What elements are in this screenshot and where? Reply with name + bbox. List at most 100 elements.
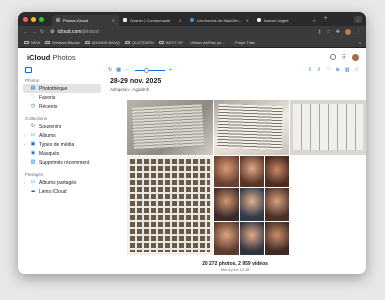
more-icon[interactable]: ☆ — [355, 67, 359, 73]
icloud-photos-logo[interactable]: iCloud Photos — [18, 53, 76, 62]
date-heading: 28-29 nov. 2025 — [110, 78, 162, 85]
sidebar-item-icloud-links[interactable]: ☁ Liens iCloud — [23, 187, 101, 196]
photo-thumbnail[interactable] — [127, 100, 213, 155]
bookmarks-overflow-button[interactable]: » — [359, 40, 366, 45]
sidebar-item-hidden[interactable]: ◉ Masqués — [23, 149, 101, 158]
photo-thumbnail[interactable] — [265, 222, 289, 255]
photo-grid-area: ↻ ▦ − + ⇪ ⇧ ♡ ⊕ ▥ ☆ 28-29 nov. 2025 Ashq… — [104, 65, 366, 274]
titan-icon: ↗ — [229, 40, 234, 45]
window-controls — [18, 16, 52, 22]
folder-icon — [158, 40, 164, 45]
tab-photos-icloud[interactable]: Photos iCloud ✕ — [52, 14, 119, 26]
photo-thumbnail[interactable] — [240, 222, 264, 255]
chevron-right-icon[interactable]: › — [24, 142, 25, 147]
sidebar-item-label: Récents — [39, 103, 58, 110]
sidebar-item-favorites[interactable]: ♡ Favoris — [23, 93, 101, 102]
folder-icon — [45, 40, 51, 45]
sidebar-item-label: Supprimés récemment — [39, 159, 90, 166]
sidebar-item-shared-albums[interactable]: › ▭ Albums partagés — [23, 178, 101, 187]
bookmark-label: NEW — [31, 40, 41, 45]
zoom-slider-knob[interactable] — [143, 67, 149, 73]
tab-macgen[interactable]: Les forums de MacGen... ✕ — [186, 15, 253, 26]
photo-thumbnail[interactable] — [240, 188, 264, 221]
photo-actions: ⇪ ⇧ ♡ ⊕ ▥ ☆ — [308, 67, 366, 73]
minimize-window-button[interactable] — [31, 16, 36, 22]
share-icon[interactable]: ⇧ — [317, 67, 321, 73]
add-icon[interactable] — [329, 54, 336, 60]
bookmark-bestof[interactable]: BEST OF — [158, 40, 183, 45]
add-to-album-icon[interactable]: ⊕ — [336, 67, 340, 73]
reload-icon[interactable]: ↻ — [38, 29, 46, 35]
url-host: icloud.com — [57, 29, 82, 35]
extension-icon[interactable]: ✚ — [336, 29, 340, 35]
bookmark-new[interactable]: NEW — [24, 40, 40, 45]
bookmark-devises[interactable]: Devises Bitcoin — [45, 40, 80, 45]
tab-list-button[interactable]: ⌄ — [354, 15, 362, 23]
photo-thumbnail[interactable] — [214, 156, 239, 187]
back-icon[interactable]: ← — [22, 29, 30, 35]
key-icon[interactable]: ⚷ — [318, 29, 322, 35]
photo-thumbnail[interactable] — [214, 100, 289, 155]
bookmark-label: Devises Bitcoin — [52, 40, 80, 45]
delete-icon[interactable]: ▥ — [345, 67, 350, 73]
close-window-button[interactable] — [23, 16, 28, 22]
photo-thumbnail[interactable] — [265, 188, 289, 221]
tab-bar: Photos iCloud ✕ Gosner | Communauté ✕ Le… — [18, 12, 366, 26]
site-info-icon[interactable]: ⚙ — [50, 29, 54, 35]
forward-icon[interactable]: → — [30, 29, 38, 35]
sidebar-item-albums[interactable]: › ▭ Albums — [23, 131, 101, 140]
tab-label: Nouvel onglet — [264, 17, 289, 23]
url-field[interactable]: ⚙ icloud.com/photos/ — [50, 29, 99, 35]
apps-grid-icon[interactable]: ⠿ — [342, 54, 346, 61]
chevron-right-icon[interactable]: › — [24, 133, 25, 138]
upload-icon[interactable]: ⇪ — [308, 67, 312, 73]
sidebar-item-library[interactable]: ▤ Photothèque — [23, 84, 101, 93]
sidebar-item-deleted[interactable]: ▥ Supprimés récemment — [23, 158, 101, 167]
close-tab-icon[interactable]: ✕ — [112, 18, 115, 23]
new-tab-button[interactable]: + — [320, 16, 332, 22]
close-tab-icon[interactable]: ✕ — [246, 18, 249, 23]
sidebar-item-label: Albums — [39, 132, 56, 139]
close-tab-icon[interactable]: ✕ — [179, 18, 182, 23]
zoom-slider[interactable] — [134, 67, 165, 73]
photo-thumbnail[interactable] — [290, 100, 366, 155]
brand-name: iCloud — [27, 52, 51, 62]
bookmark-admins[interactable]: ADMINS BANQ — [84, 40, 120, 45]
apple-icon — [56, 18, 60, 22]
location-label: Ashqelon - Agadmh — [110, 87, 150, 92]
tab-gosner[interactable]: Gosner | Communauté ✕ — [119, 15, 186, 26]
sidebar-item-media-types[interactable]: › ▣ Types de média — [23, 140, 101, 149]
menu-icon[interactable]: ⋮ — [356, 29, 361, 35]
page-icon — [123, 18, 127, 22]
sidebar-item-memories[interactable]: ↻ Souvenirs — [23, 122, 101, 131]
star-icon[interactable]: ☆ — [326, 29, 330, 35]
folder-icon — [24, 40, 29, 45]
zoom-window-button[interactable] — [39, 16, 44, 22]
close-tab-icon[interactable]: ✕ — [313, 18, 316, 23]
favorite-icon[interactable]: ♡ — [326, 67, 330, 73]
photo-library-icon: ▤ — [30, 85, 36, 91]
calendar-icon[interactable]: ▦ — [116, 67, 121, 73]
tab-label: Photos iCloud — [63, 17, 88, 23]
chevron-right-icon[interactable]: › — [24, 180, 25, 185]
tab-new[interactable]: Nouvel onglet ✕ — [253, 15, 320, 26]
photo-thumbnail[interactable] — [214, 188, 239, 221]
zoom-out-icon[interactable]: − — [125, 67, 128, 73]
profile-avatar[interactable] — [345, 29, 351, 35]
photo-thumbnail[interactable] — [214, 222, 239, 255]
zoom-in-icon[interactable]: + — [169, 67, 172, 73]
photo-thumbnail[interactable] — [240, 156, 264, 187]
bookmark-quotidien[interactable]: QUOTIDIEN — [124, 40, 154, 45]
bookmark-titan[interactable]: ↗ Projet Titan — [230, 40, 256, 45]
sidebar-item-recents[interactable]: ◷ Récents — [23, 102, 101, 111]
sync-icon[interactable]: ↻ — [108, 67, 112, 73]
bookmark-label: ADMINS BANQ — [91, 40, 120, 45]
sidebar-toggle-icon[interactable] — [25, 67, 32, 73]
photo-thumbnail[interactable] — [265, 156, 289, 187]
bookmark-airplay[interactable]: Utiliser AirPlay po... — [188, 40, 225, 45]
bookmark-label: BEST OF — [165, 40, 183, 45]
photo-thumbnail[interactable] — [127, 156, 213, 255]
account-avatar[interactable] — [352, 53, 359, 61]
forum-icon — [190, 18, 194, 22]
sidebar-item-label: Masqués — [39, 150, 60, 157]
